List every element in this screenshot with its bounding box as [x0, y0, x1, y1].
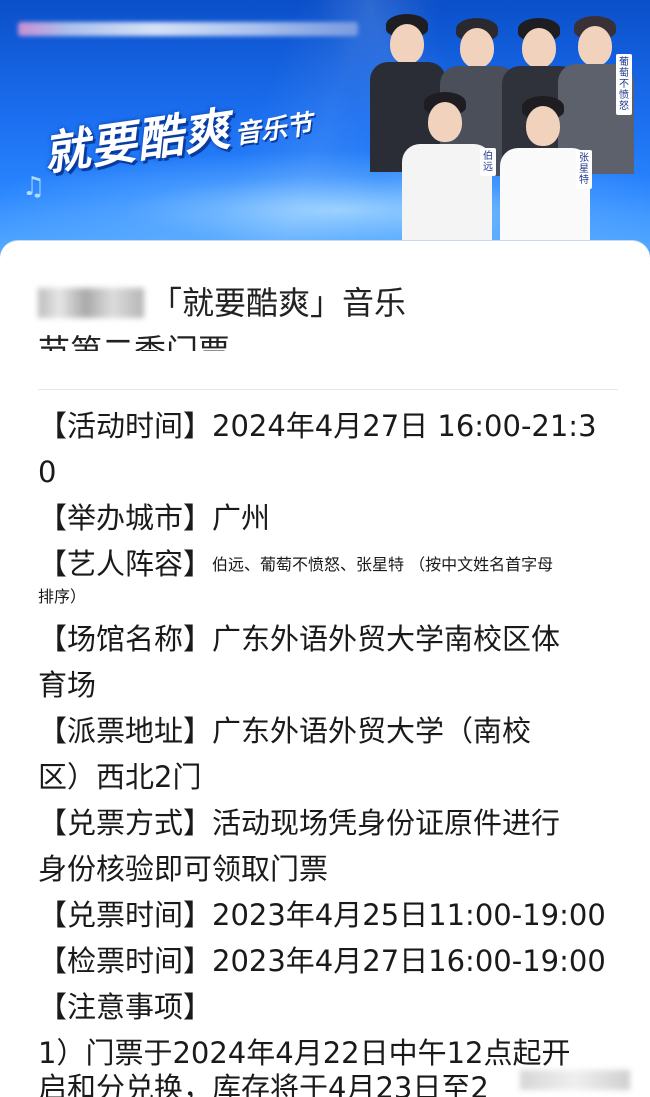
lineup-value: 伯远、葡萄不愤怒、张星特 （按中文姓名首字母 — [212, 555, 554, 574]
name-tag-putao: 葡萄不愤怒 — [616, 54, 632, 115]
music-note-icon: ♫ — [22, 172, 46, 202]
city-line: 【举办城市】广州 — [38, 501, 271, 535]
checkin-time-line: 【检票时间】2023年4月27日16:00-19:00 — [38, 944, 606, 978]
blurred-watermark — [520, 1070, 630, 1090]
notes-heading: 【注意事项】 — [38, 990, 213, 1024]
pickup-address-line: 【派票地址】广东外语外贸大学（南校 — [38, 714, 532, 748]
note-item-1-cont: 启和分兑换，库存将于4月23日至2 — [38, 1071, 489, 1097]
blurred-header-strip — [18, 22, 358, 36]
venue-line: 【场馆名称】广东外语外贸大学南校区体 — [38, 622, 561, 656]
event-time-line-cont: 0 — [38, 455, 57, 489]
redeem-method-line-cont: 身份核验即可领取门票 — [38, 852, 329, 886]
redeem-time-line: 【兑票时间】2023年4月25日11:00-19:00 — [38, 898, 606, 932]
pickup-address-line-cont: 区）西北2门 — [38, 760, 202, 794]
event-banner[interactable]: ♫ 就要酷爽音乐节 伯远 张星特 葡萄不愤怒 — [0, 0, 650, 262]
redeem-method-line: 【兑票方式】活动现场凭身份证原件进行 — [38, 806, 561, 840]
lineup-label: 【艺人阵容】 — [38, 547, 213, 581]
article-title: 「就要酷爽」音乐 — [38, 281, 618, 325]
banner-subtitle: 音乐节 — [232, 109, 315, 151]
venue-line-cont: 育场 — [38, 668, 97, 702]
name-tag-zhangxingte: 张星特 — [576, 150, 592, 189]
lineup-line: 【艺人阵容】伯远、葡萄不愤怒、张星特 （按中文姓名首字母 — [38, 541, 613, 588]
title-divider — [38, 389, 618, 390]
event-time-line: 【活动时间】2024年4月27日 16:00-21:3 — [38, 409, 597, 443]
name-tag-boyuan: 伯远 — [480, 148, 496, 176]
article-title-text: 「就要酷爽」音乐 — [150, 284, 407, 322]
ticket-info-card: 「就要酷爽」音乐 节第二季门票 【活动时间】2024年4月27日 16:00-2… — [0, 240, 650, 1097]
article-title-line2: 节第二季门票 — [38, 332, 231, 351]
blurred-sponsor-name — [38, 288, 144, 318]
article-body: 【活动时间】2024年4月27日 16:00-21:3 0 【举办城市】广州 【… — [38, 403, 613, 1076]
screen: ♫ 就要酷爽音乐节 伯远 张星特 葡萄不愤怒 「就要酷爽」音乐 节第二季门票 【… — [0, 0, 650, 1097]
